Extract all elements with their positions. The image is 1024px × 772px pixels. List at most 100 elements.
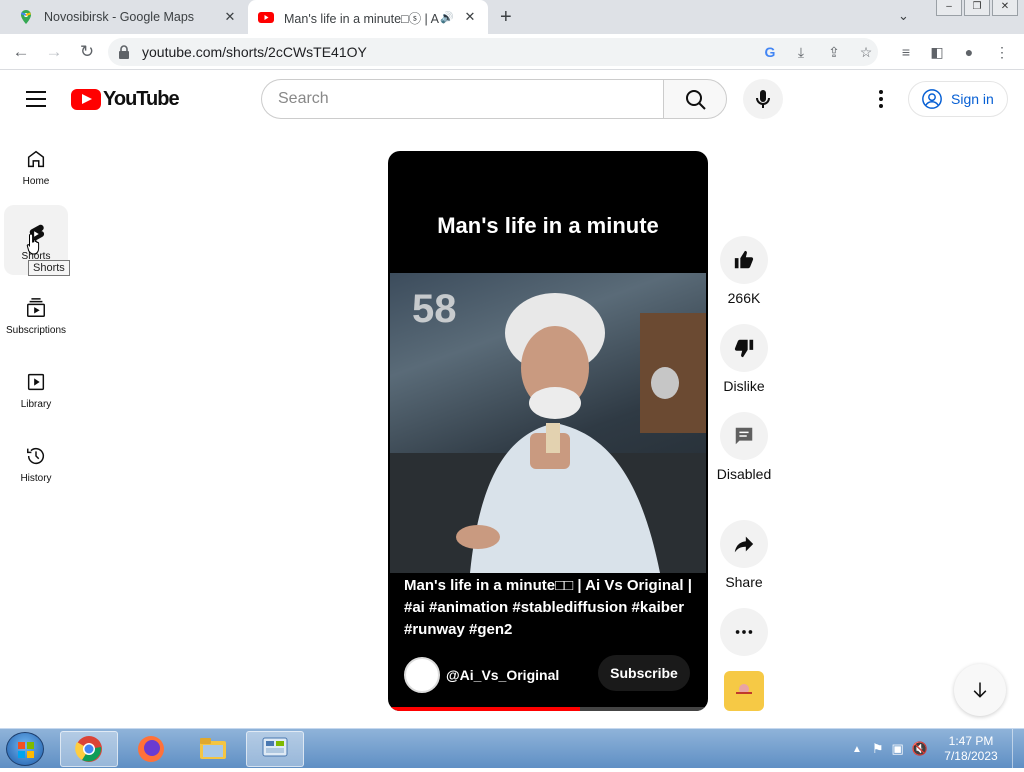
firefox-icon	[138, 736, 164, 762]
more-actions[interactable]	[720, 608, 768, 662]
google-lens-icon[interactable]: G	[760, 42, 780, 62]
speaker-icon[interactable]: 🔊	[440, 11, 454, 24]
minimize-button[interactable]: –	[936, 0, 962, 16]
logo-text: YouTube	[103, 88, 180, 110]
sign-in-button[interactable]: Sign in	[908, 81, 1008, 117]
action-center-icon[interactable]: ⚑	[872, 741, 884, 757]
bookmark-star-icon[interactable]: ☆	[856, 42, 876, 62]
voice-search-button[interactable]	[743, 79, 783, 119]
sound-thumbnail[interactable]	[724, 671, 764, 711]
like-count: 266K	[727, 290, 761, 306]
shorts-tooltip: Shorts	[28, 260, 70, 276]
more-button[interactable]	[720, 608, 768, 656]
volume-muted-icon[interactable]: 🔇	[912, 741, 928, 757]
like-button[interactable]	[720, 236, 768, 284]
subscriptions-icon	[27, 298, 45, 317]
lock-icon	[119, 45, 129, 59]
system-tray: ▲ ⚑ ▣ 🔇 1:47 PM 7/18/2023	[852, 729, 1024, 769]
clock-date: 7/18/2023	[944, 749, 998, 763]
taskbar-control-panel[interactable]	[246, 731, 304, 767]
sidebar-item-history[interactable]: History	[4, 427, 68, 497]
youtube-header: YouTube Search Sign in	[0, 70, 1024, 128]
menu-icon[interactable]	[26, 91, 46, 107]
new-tab-button[interactable]: +	[500, 7, 512, 27]
sound-avatar-icon	[736, 684, 752, 694]
channel-info[interactable]: @Ai_Vs_Original	[404, 657, 559, 693]
clock-time: 1:47 PM	[948, 734, 994, 748]
chrome-icon	[75, 736, 102, 762]
taskbar-chrome[interactable]	[60, 731, 118, 767]
sidebar-item-label: Library	[20, 399, 52, 410]
progress-fill	[388, 707, 580, 711]
channel-name[interactable]: @Ai_Vs_Original	[446, 667, 559, 683]
youtube-play-icon	[71, 89, 101, 110]
share-button[interactable]	[720, 520, 768, 568]
comments-action[interactable]: Disabled	[716, 412, 772, 482]
windows-taskbar: ▲ ⚑ ▣ 🔇 1:47 PM 7/18/2023	[0, 728, 1024, 769]
old-man-scene-image	[390, 293, 706, 573]
show-desktop-button[interactable]	[1012, 729, 1024, 769]
dislike-button[interactable]	[720, 324, 768, 372]
dislike-label: Dislike	[723, 378, 765, 394]
account-icon	[922, 89, 942, 109]
history-icon	[27, 448, 45, 465]
restore-button[interactable]: ❐	[964, 0, 990, 16]
library-icon	[27, 373, 45, 391]
youtube-icon	[258, 12, 274, 23]
thumbs-down-icon	[734, 339, 754, 358]
video-progress-bar[interactable]	[388, 707, 708, 711]
video-overlay-title: Man's life in a minute	[437, 213, 659, 238]
tab-search-icon[interactable]: ⌄	[898, 8, 909, 24]
reload-icon[interactable]: ↻	[76, 41, 98, 63]
comments-button[interactable]	[720, 412, 768, 460]
clock[interactable]: 1:47 PM 7/18/2023	[936, 734, 1006, 764]
comments-label: Disabled	[716, 466, 772, 482]
forward-icon[interactable]: →	[43, 41, 65, 63]
tab-youtube-short[interactable]: Man's life in a minute□ⓢ | A 🔊 ✕	[248, 0, 488, 34]
share-page-icon[interactable]: ⇪	[824, 42, 844, 62]
show-hidden-icons[interactable]: ▲	[852, 744, 862, 755]
close-tab-icon[interactable]: ✕	[462, 9, 478, 25]
close-window-button[interactable]: ✕	[992, 0, 1018, 16]
window-controls: – ❐ ✕	[934, 0, 1018, 16]
video-caption[interactable]: Man's life in a minute□□ | Ai Vs Origina…	[404, 575, 700, 641]
media-control-icon[interactable]: ≡	[896, 42, 916, 62]
sidebar-item-subscriptions[interactable]: Subscriptions	[4, 279, 68, 349]
settings-menu-icon[interactable]	[874, 90, 888, 108]
subscribe-button[interactable]: Subscribe	[598, 655, 690, 691]
side-panel-icon[interactable]: ◧	[927, 42, 947, 62]
comment-icon	[735, 427, 753, 445]
search-button[interactable]	[663, 79, 727, 119]
microphone-icon	[756, 90, 770, 108]
tab-google-maps[interactable]: Novosibirsk - Google Maps ✕	[8, 0, 248, 34]
chrome-menu-icon[interactable]: ⋮	[992, 42, 1012, 62]
share-label: Share	[725, 574, 763, 590]
profile-icon[interactable]: ●	[959, 42, 979, 62]
youtube-logo[interactable]: YouTube	[71, 88, 180, 111]
network-icon[interactable]: ▣	[892, 741, 904, 757]
google-maps-icon	[20, 10, 31, 24]
start-button[interactable]	[6, 732, 44, 766]
control-panel-icon	[262, 737, 288, 757]
hand-cursor-icon	[26, 233, 40, 255]
close-tab-icon[interactable]: ✕	[222, 9, 238, 25]
url-text: youtube.com/shorts/2cCWsTE41OY	[142, 44, 367, 60]
channel-avatar[interactable]	[404, 657, 440, 693]
short-video-player[interactable]: Man's life in a minute 58 Man's life in …	[388, 151, 708, 711]
sidebar-item-library[interactable]: Library	[4, 353, 68, 423]
sidebar-item-label: Home	[22, 176, 50, 187]
share-action[interactable]: Share	[720, 520, 768, 590]
video-frame[interactable]: 58	[390, 273, 706, 573]
sidebar-item-home[interactable]: Home	[4, 130, 68, 200]
search-icon	[686, 90, 706, 110]
search-input[interactable]: Search	[261, 79, 664, 119]
next-video-button[interactable]	[954, 664, 1006, 716]
sidebar-item-label: History	[20, 473, 52, 484]
taskbar-firefox[interactable]	[122, 731, 180, 767]
back-icon[interactable]: ←	[10, 41, 32, 63]
taskbar-explorer[interactable]	[184, 731, 242, 767]
sidebar-item-label: Subscriptions	[5, 325, 67, 336]
like-action[interactable]: 266K	[720, 236, 768, 306]
dislike-action[interactable]: Dislike	[720, 324, 768, 394]
install-app-icon[interactable]: ⤓	[791, 42, 811, 62]
